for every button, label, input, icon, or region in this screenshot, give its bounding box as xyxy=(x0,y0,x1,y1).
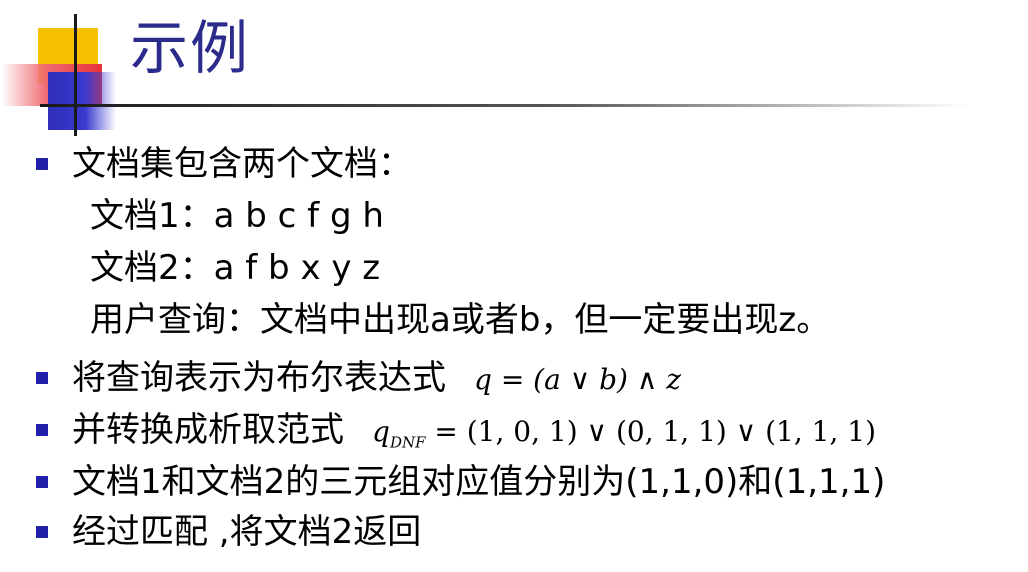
bullet-text-5: 经过匹配 ,将文档2返回 xyxy=(72,512,422,552)
doc1-line: 文档1：a b c f g h xyxy=(90,196,384,236)
bullet-marker-4 xyxy=(36,476,48,488)
bullet-text-4: 文档1和文档2的三元组对应值分别为(1,1,0)和(1,1,1) xyxy=(72,462,886,502)
bullet-text-2: 将查询表示为布尔表达式 xyxy=(72,358,446,398)
bullet-text-3: 并转换成析取范式 xyxy=(72,410,344,450)
bullet-marker-1 xyxy=(36,158,48,170)
bullet-marker-2 xyxy=(36,372,48,384)
bullet-text-1: 文档集包含两个文档： xyxy=(72,144,412,184)
bullet-line-2: 将查询表示为布尔表达式 q = (a ∨ b) ∧ z xyxy=(72,356,681,402)
query-line: 用户查询：文档中出现a或者b，但一定要出现z。 xyxy=(90,300,831,340)
title-ornament-blue-square xyxy=(48,72,116,130)
bullet-marker-3 xyxy=(36,424,48,436)
title-vertical-rule xyxy=(74,14,77,136)
bullet-marker-5 xyxy=(36,526,48,538)
dnf-formula: qDNF = (1, 0, 1) ∨ (0, 1, 1) ∨ (1, 1, 1) xyxy=(372,415,877,452)
dnf-formula-q: q xyxy=(372,415,390,448)
title-underline-rule xyxy=(40,104,970,107)
slide-title: 示例 xyxy=(130,14,251,82)
doc2-line: 文档2：a f b x y z xyxy=(90,248,381,288)
dnf-formula-subscript: DNF xyxy=(389,433,426,452)
boolean-query-formula: q = (a ∨ b) ∧ z xyxy=(474,363,681,396)
bullet-line-3: 并转换成析取范式 qDNF = (1, 0, 1) ∨ (0, 1, 1) ∨ (… xyxy=(72,408,876,465)
dnf-formula-rest: = (1, 0, 1) ∨ (0, 1, 1) ∨ (1, 1, 1) xyxy=(425,415,877,448)
